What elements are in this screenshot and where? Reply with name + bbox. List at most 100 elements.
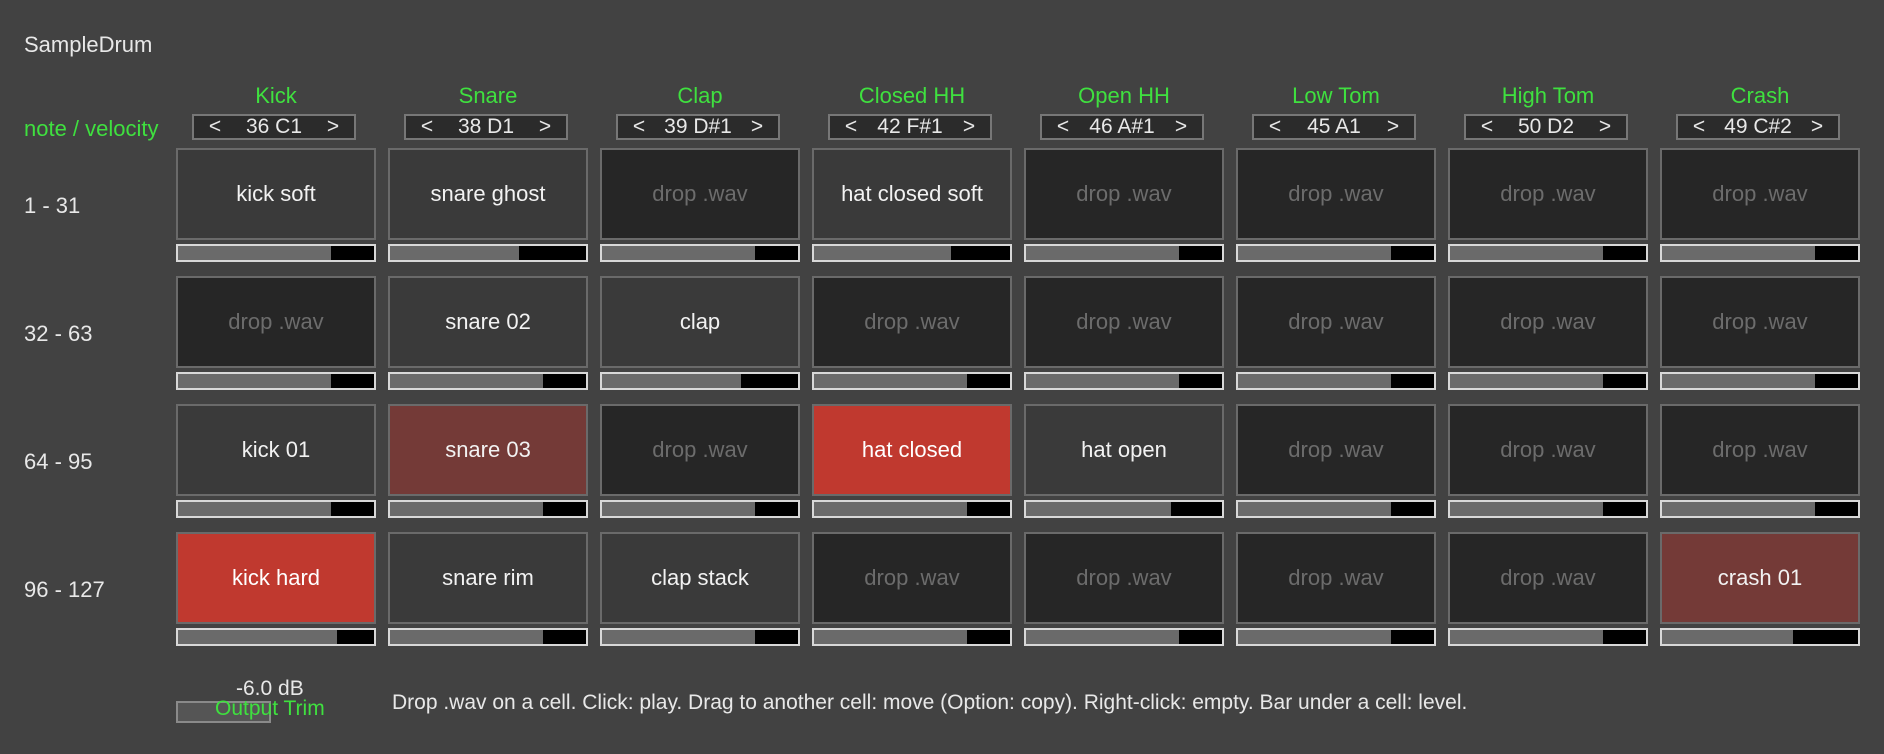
level-bar[interactable] <box>176 500 376 518</box>
sample-cell[interactable]: drop .wav <box>600 148 800 240</box>
level-bar[interactable] <box>1660 628 1860 646</box>
note-velocity-label: note / velocity <box>24 116 159 141</box>
sample-cell[interactable]: drop .wav <box>176 276 376 368</box>
note-value: 39 D#1 <box>664 115 732 138</box>
sample-cell[interactable]: drop .wav <box>1448 276 1648 368</box>
level-bar[interactable] <box>176 244 376 262</box>
level-bar[interactable] <box>1024 500 1224 518</box>
level-fill <box>1238 630 1391 644</box>
level-fill <box>1450 630 1603 644</box>
sample-cell[interactable]: drop .wav <box>1236 276 1436 368</box>
level-bar[interactable] <box>1024 372 1224 390</box>
column-header: Closed HH <box>858 83 966 108</box>
level-fill <box>602 630 755 644</box>
note-prev-button[interactable]: < <box>842 115 860 139</box>
note-prev-button[interactable]: < <box>1690 115 1708 139</box>
note-value: 36 C1 <box>245 115 303 138</box>
note-value: 45 A1 <box>1307 115 1361 138</box>
sample-cell[interactable]: drop .wav <box>812 276 1012 368</box>
note-next-button[interactable]: > <box>324 115 342 139</box>
sample-cell[interactable]: drop .wav <box>1660 404 1860 496</box>
level-bar[interactable] <box>1448 372 1648 390</box>
level-fill <box>178 502 331 516</box>
sample-cell[interactable]: drop .wav <box>1236 148 1436 240</box>
level-bar[interactable] <box>1660 244 1860 262</box>
level-bar[interactable] <box>388 628 588 646</box>
velocity-range-label: 96 - 127 <box>24 577 105 602</box>
sample-cell[interactable]: clap <box>600 276 800 368</box>
note-next-button[interactable]: > <box>748 115 766 139</box>
level-fill <box>390 374 543 388</box>
note-next-button[interactable]: > <box>1384 115 1402 139</box>
note-selector: <36 C1 > <box>192 114 356 140</box>
level-bar[interactable] <box>812 244 1012 262</box>
output-trim-label: Output Trim <box>215 697 325 720</box>
sample-cell[interactable]: crash 01 <box>1660 532 1860 624</box>
level-bar[interactable] <box>1660 372 1860 390</box>
note-prev-button[interactable]: < <box>1054 115 1072 139</box>
level-fill <box>1450 374 1603 388</box>
level-bar[interactable] <box>1236 628 1436 646</box>
velocity-range-label: 32 - 63 <box>24 321 93 346</box>
sample-cell[interactable]: drop .wav <box>1236 532 1436 624</box>
sample-cell[interactable]: drop .wav <box>600 404 800 496</box>
sample-cell[interactable]: drop .wav <box>1660 276 1860 368</box>
note-prev-button[interactable]: < <box>1478 115 1496 139</box>
sample-cell[interactable]: drop .wav <box>1236 404 1436 496</box>
note-next-button[interactable]: > <box>1808 115 1826 139</box>
note-prev-button[interactable]: < <box>418 115 436 139</box>
level-bar[interactable] <box>1024 628 1224 646</box>
level-bar[interactable] <box>1236 372 1436 390</box>
note-value: 38 D1 <box>457 115 515 138</box>
level-bar[interactable] <box>1236 244 1436 262</box>
note-next-button[interactable]: > <box>1172 115 1190 139</box>
sample-cell[interactable]: kick hard <box>176 532 376 624</box>
sample-cell[interactable]: hat open <box>1024 404 1224 496</box>
level-bar[interactable] <box>1448 500 1648 518</box>
level-fill <box>1238 374 1391 388</box>
note-prev-button[interactable]: < <box>1266 115 1284 139</box>
level-bar[interactable] <box>600 628 800 646</box>
note-next-button[interactable]: > <box>960 115 978 139</box>
level-bar[interactable] <box>388 500 588 518</box>
sample-cell[interactable]: drop .wav <box>1024 148 1224 240</box>
sample-cell[interactable]: kick soft <box>176 148 376 240</box>
level-bar[interactable] <box>1448 628 1648 646</box>
note-next-button[interactable]: > <box>536 115 554 139</box>
level-bar[interactable] <box>1236 500 1436 518</box>
sample-cell[interactable]: snare ghost <box>388 148 588 240</box>
sample-cell[interactable]: drop .wav <box>1448 404 1648 496</box>
note-prev-button[interactable]: < <box>630 115 648 139</box>
level-bar[interactable] <box>812 500 1012 518</box>
level-bar[interactable] <box>388 244 588 262</box>
level-bar[interactable] <box>812 372 1012 390</box>
sample-cell[interactable]: drop .wav <box>812 532 1012 624</box>
sample-cell[interactable]: drop .wav <box>1024 532 1224 624</box>
sample-cell[interactable]: hat closed soft <box>812 148 1012 240</box>
sample-cell[interactable]: clap stack <box>600 532 800 624</box>
sample-cell[interactable]: kick 01 <box>176 404 376 496</box>
level-bar[interactable] <box>176 372 376 390</box>
sample-cell[interactable]: drop .wav <box>1448 532 1648 624</box>
level-bar[interactable] <box>600 244 800 262</box>
sample-cell[interactable]: snare 03 <box>388 404 588 496</box>
note-prev-button[interactable]: < <box>206 115 224 139</box>
sample-cell[interactable]: snare 02 <box>388 276 588 368</box>
level-bar[interactable] <box>600 500 800 518</box>
level-bar[interactable] <box>388 372 588 390</box>
level-bar[interactable] <box>1024 244 1224 262</box>
sample-cell[interactable]: hat closed <box>812 404 1012 496</box>
level-bar[interactable] <box>812 628 1012 646</box>
column-header: Low Tom <box>1292 83 1380 108</box>
note-next-button[interactable]: > <box>1596 115 1614 139</box>
sample-cell[interactable]: drop .wav <box>1024 276 1224 368</box>
level-bar[interactable] <box>600 372 800 390</box>
sample-cell[interactable]: drop .wav <box>1448 148 1648 240</box>
column-header: Open HH <box>1078 83 1170 108</box>
level-fill <box>178 246 331 260</box>
sample-cell[interactable]: snare rim <box>388 532 588 624</box>
level-bar[interactable] <box>176 628 376 646</box>
level-bar[interactable] <box>1660 500 1860 518</box>
sample-cell[interactable]: drop .wav <box>1660 148 1860 240</box>
level-bar[interactable] <box>1448 244 1648 262</box>
